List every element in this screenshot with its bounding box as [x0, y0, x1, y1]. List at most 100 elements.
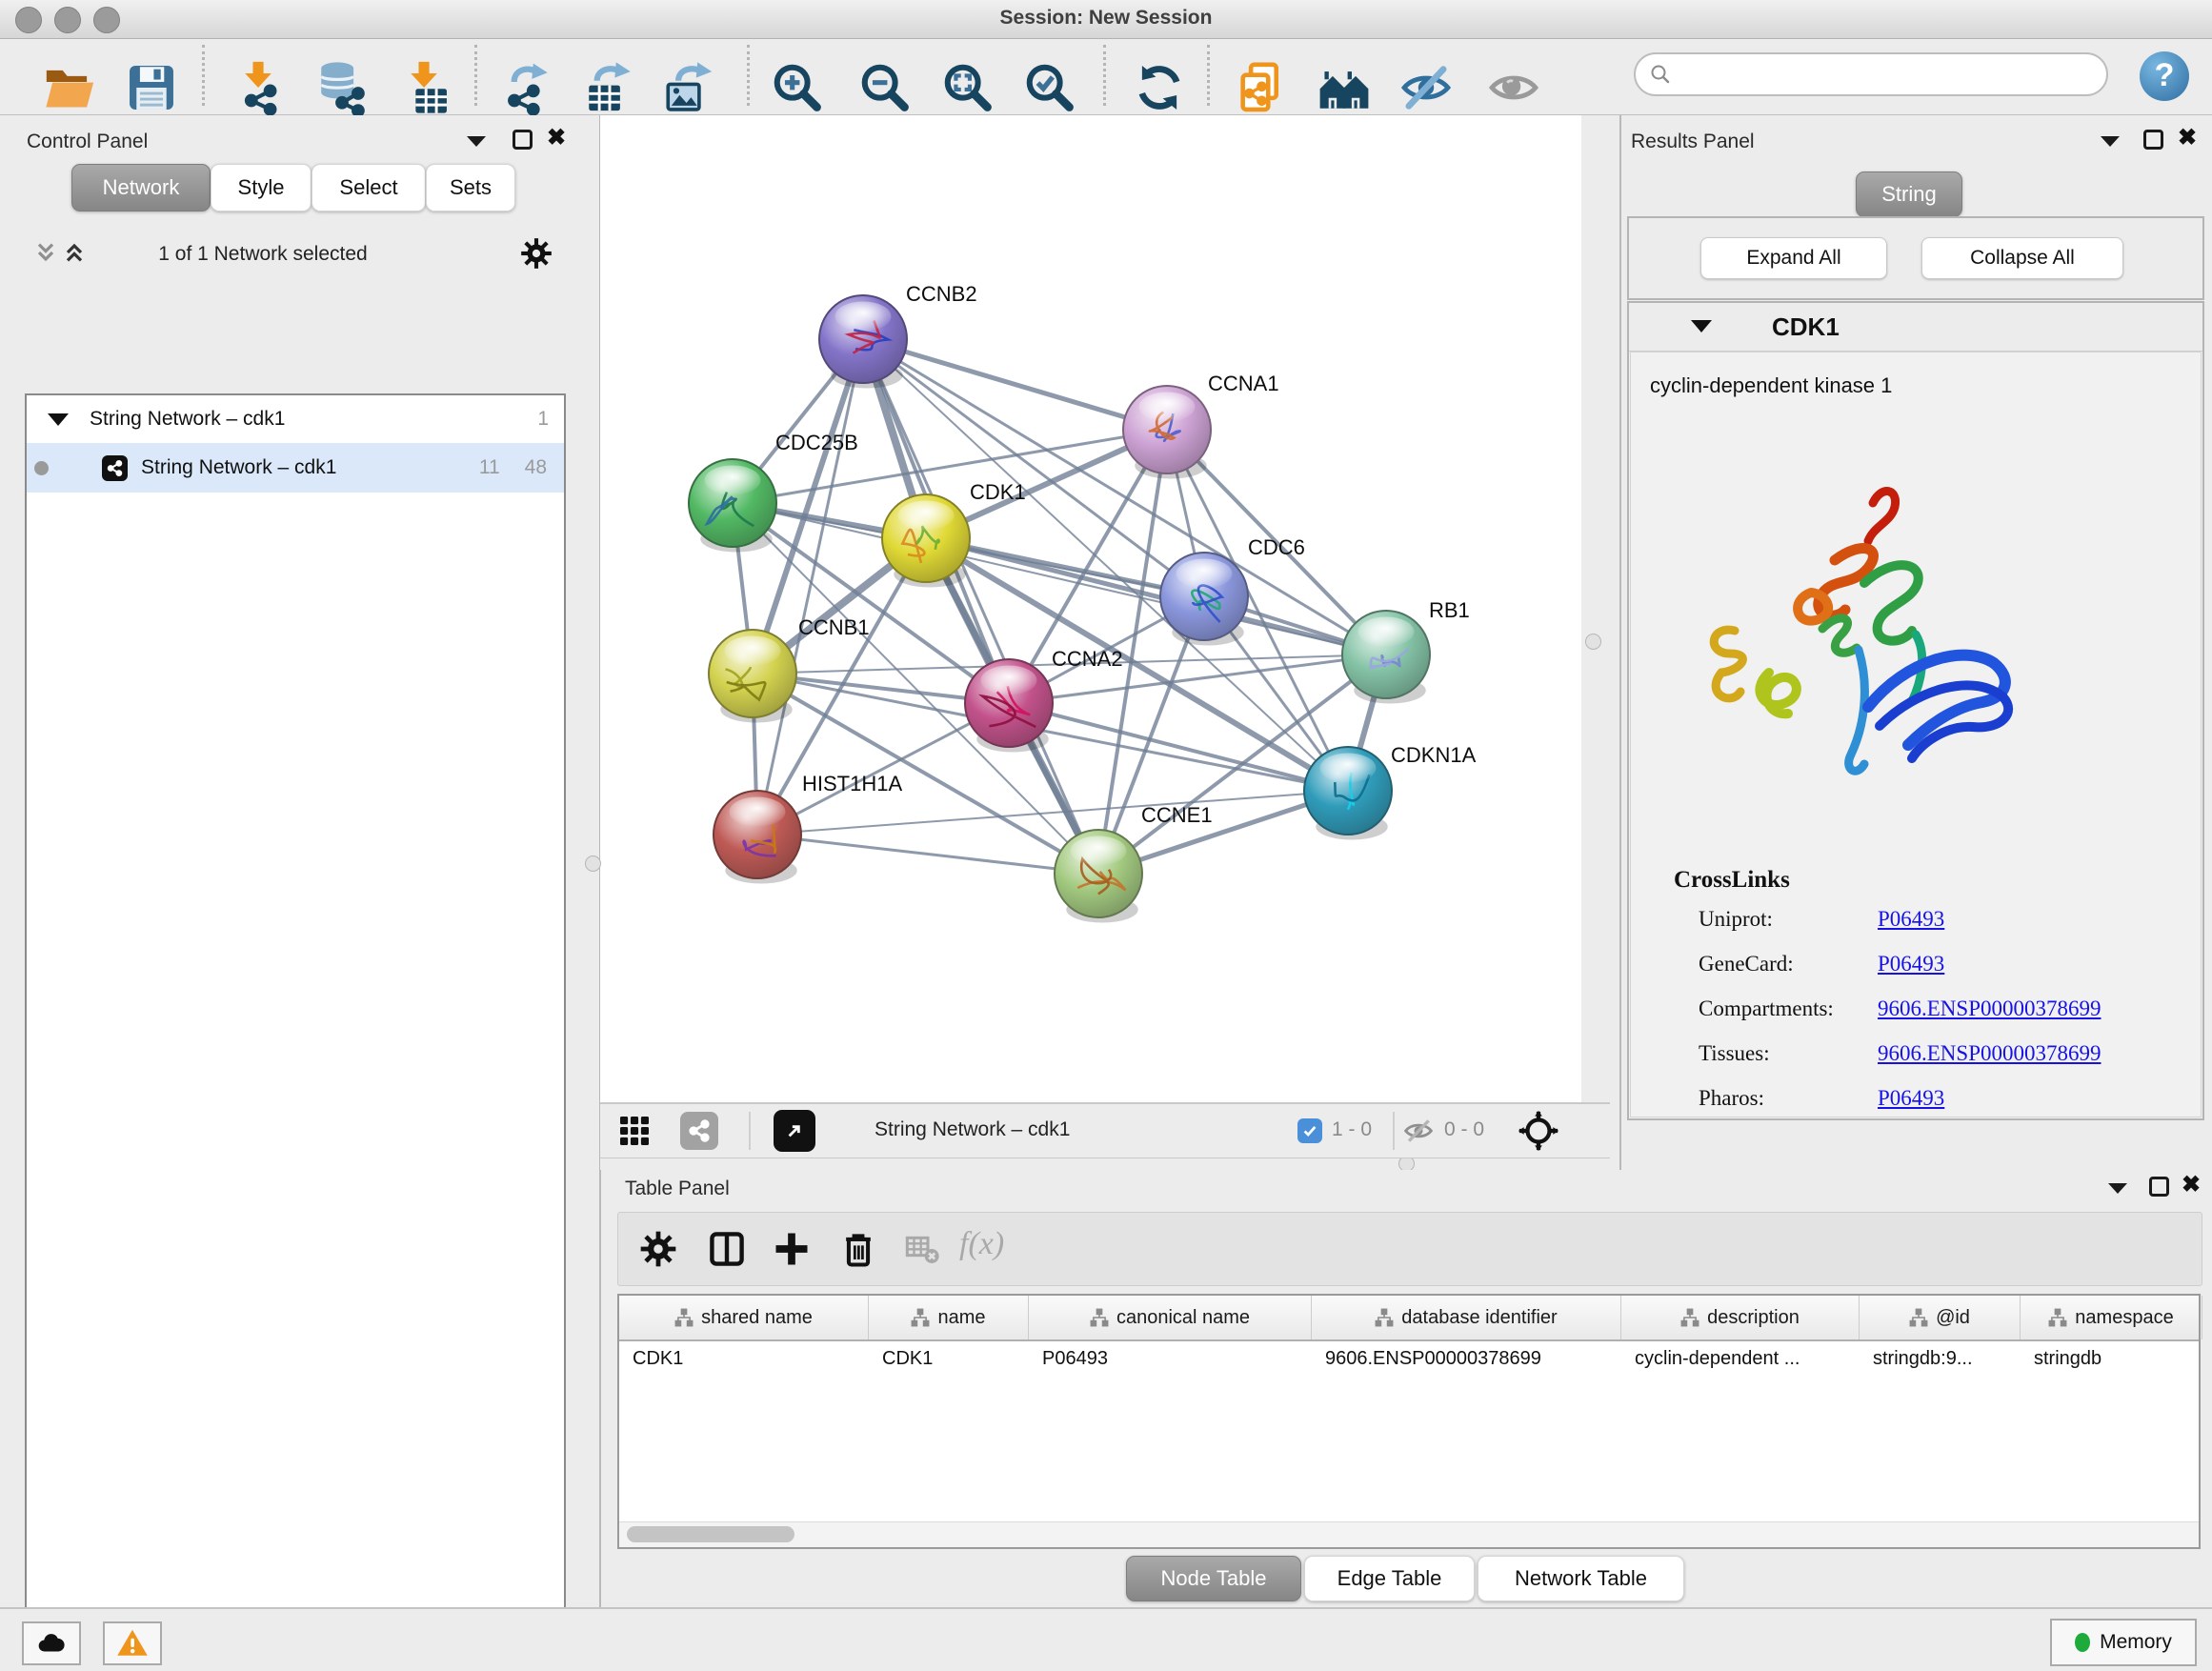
network-node-CDK1[interactable] [882, 494, 970, 588]
tab-sets[interactable]: Sets [426, 164, 515, 211]
results-panel-close-button[interactable]: ✖ [2178, 129, 2197, 148]
section-collapse-icon[interactable] [1691, 320, 1712, 332]
zoom-fit-icon[interactable] [940, 60, 995, 115]
table-panel-close-button[interactable]: ✖ [2182, 1176, 2201, 1195]
cloud-button[interactable] [22, 1621, 81, 1665]
scrollbar-thumb[interactable] [627, 1526, 794, 1542]
table-panel-maximize-button[interactable] [2149, 1177, 2169, 1197]
home-icon[interactable] [1317, 60, 1372, 115]
tab-node-table[interactable]: Node Table [1126, 1556, 1301, 1601]
show-columns-icon[interactable] [706, 1228, 748, 1270]
zoom-out-icon[interactable] [857, 60, 913, 115]
network-node-HIST1H1A[interactable] [714, 791, 801, 884]
node-label-CCNE1: CCNE1 [1141, 803, 1213, 827]
column-header-name[interactable]: name [869, 1296, 1029, 1339]
refresh-view-icon[interactable] [1132, 60, 1187, 115]
crosslink-link[interactable]: 9606.ENSP00000378699 [1878, 997, 2101, 1021]
collection-expand-icon[interactable] [48, 413, 69, 426]
import-network-from-database-icon[interactable] [314, 60, 370, 115]
results-panel-maximize-button[interactable] [2143, 130, 2163, 150]
table-cell[interactable]: CDK1 [619, 1341, 869, 1378]
results-panel-float-button[interactable] [2101, 136, 2120, 147]
export-network-icon[interactable] [499, 60, 554, 115]
export-image-icon[interactable] [661, 60, 716, 115]
column-header-namespace[interactable]: namespace [2021, 1296, 2202, 1339]
table-body: CDK1CDK1P064939606.ENSP00000378699cyclin… [619, 1341, 2199, 1378]
search-input[interactable] [1672, 63, 2106, 87]
node-section-header[interactable]: CDK1 [1629, 303, 2202, 352]
detach-view-icon[interactable] [774, 1110, 815, 1152]
network-edge-HIST1H1A-CCNE1[interactable] [757, 835, 1098, 874]
splitter-handle-icon[interactable] [1585, 634, 1601, 650]
network-edge-CCNA2-CDKN1A[interactable] [1009, 703, 1348, 791]
splitter-handle-icon[interactable] [585, 856, 601, 872]
crosslink-link[interactable]: P06493 [1878, 952, 1944, 976]
expand-all-button[interactable]: Expand All [1700, 237, 1887, 279]
birds-eye-view-icon[interactable] [1517, 1109, 1560, 1158]
table-cell[interactable]: 9606.ENSP00000378699 [1312, 1341, 1621, 1378]
copy-network-icon[interactable] [1234, 60, 1289, 115]
crosslink-link[interactable]: 9606.ENSP00000378699 [1878, 1041, 2101, 1066]
column-header-shared-name[interactable]: shared name [619, 1296, 869, 1339]
table-cell[interactable]: stringdb:9... [1860, 1341, 2021, 1378]
show-glass-icon[interactable] [1486, 60, 1541, 115]
network-options-gear-icon[interactable] [518, 235, 554, 276]
import-network-from-file-icon[interactable] [231, 60, 287, 115]
selected-count-checkbox-icon[interactable] [1297, 1118, 1322, 1143]
network-node-CCNB2[interactable] [819, 295, 907, 389]
tab-select[interactable]: Select [312, 164, 426, 211]
network-node-CCNA1[interactable] [1123, 386, 1211, 479]
network-row-selected[interactable]: String Network – cdk1 11 48 [27, 443, 564, 493]
tab-network[interactable]: Network [71, 164, 211, 211]
help-button[interactable]: ? [2140, 51, 2189, 101]
network-node-CCNB1[interactable] [709, 630, 796, 723]
table-row[interactable]: CDK1CDK1P064939606.ENSP00000378699cyclin… [619, 1341, 2199, 1378]
cytoscape-window: Session: New Session ? Control Panel [0, 0, 2212, 1671]
table-cell[interactable]: stringdb [2021, 1341, 2202, 1378]
network-edge-CCNB2-CCNA1[interactable] [863, 339, 1167, 430]
network-node-RB1[interactable] [1342, 611, 1430, 704]
zoom-selected-icon[interactable] [1022, 60, 1077, 115]
search-field[interactable] [1634, 52, 2108, 96]
open-session-icon[interactable] [42, 60, 97, 115]
table-panel-float-button[interactable] [2108, 1183, 2127, 1194]
table-cell[interactable]: cyclin-dependent ... [1621, 1341, 1860, 1378]
grid-view-icon[interactable] [617, 1114, 652, 1153]
import-table-from-file-icon[interactable] [397, 60, 452, 115]
tab-edge-table[interactable]: Edge Table [1304, 1556, 1475, 1601]
tab-style[interactable]: Style [211, 164, 312, 211]
save-session-icon[interactable] [124, 60, 179, 115]
tab-string-results[interactable]: String [1856, 171, 1962, 217]
crosslink-link[interactable]: P06493 [1878, 907, 1944, 932]
column-header-canonical-name[interactable]: canonical name [1029, 1296, 1312, 1339]
control-panel-float-button[interactable] [467, 136, 486, 147]
table-cell[interactable]: CDK1 [869, 1341, 1029, 1378]
network-canvas[interactable]: CCNB2CCNA1CDC25BCDK1CDC6RB1CCNB1CCNA2CDK… [600, 115, 1581, 1102]
string-network-graph[interactable]: CCNB2CCNA1CDC25BCDK1CDC6RB1CCNB1CCNA2CDK… [600, 115, 1581, 1102]
export-table-icon[interactable] [582, 60, 637, 115]
network-node-CCNE1[interactable] [1055, 830, 1142, 923]
create-column-icon[interactable] [771, 1228, 813, 1270]
delete-column-icon[interactable] [837, 1228, 879, 1270]
table-options-gear-icon[interactable] [637, 1228, 679, 1270]
hide-glass-icon[interactable] [1398, 60, 1454, 115]
network-view-mode-icon[interactable] [680, 1112, 718, 1150]
tab-network-table[interactable]: Network Table [1478, 1556, 1684, 1601]
zoom-in-icon[interactable] [770, 60, 825, 115]
table-cell[interactable]: P06493 [1029, 1341, 1312, 1378]
collapse-all-button[interactable]: Collapse All [1921, 237, 2123, 279]
network-node-CDC25B[interactable] [689, 459, 776, 553]
network-collection-row[interactable]: String Network – cdk1 1 [27, 395, 564, 443]
control-panel-close-button[interactable]: ✖ [547, 129, 566, 148]
network-node-CDKN1A[interactable] [1304, 747, 1392, 840]
column-header--id[interactable]: @id [1860, 1296, 2021, 1339]
table-horizontal-scrollbar[interactable] [619, 1521, 2199, 1547]
column-header-database-identifier[interactable]: database identifier [1312, 1296, 1621, 1339]
warning-button[interactable] [103, 1621, 162, 1665]
control-panel-maximize-button[interactable] [513, 130, 533, 150]
network-node-CDC6[interactable] [1160, 553, 1248, 646]
memory-button[interactable]: Memory [2050, 1619, 2197, 1666]
network-node-CCNA2[interactable] [965, 659, 1053, 753]
crosslink-link[interactable]: P06493 [1878, 1086, 1944, 1111]
column-header-description[interactable]: description [1621, 1296, 1860, 1339]
